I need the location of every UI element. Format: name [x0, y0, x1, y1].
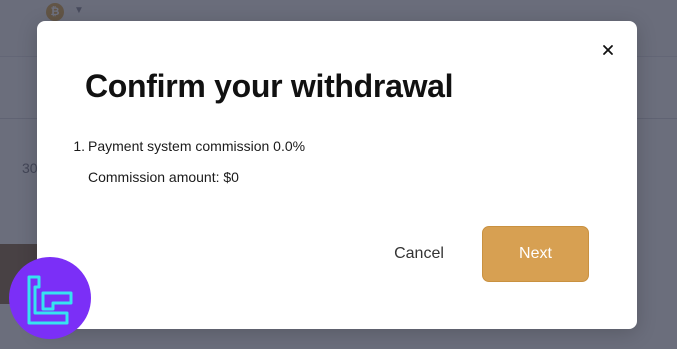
commission-details: 1. Payment system commission 0.0% Commis…: [71, 137, 591, 186]
cancel-button[interactable]: Cancel: [383, 243, 455, 265]
list-number: 1.: [73, 138, 85, 154]
commission-amount-label: Commission amount: $0: [88, 169, 239, 185]
commission-rate-item: 1. Payment system commission 0.0%: [71, 137, 591, 155]
commission-rate-text: Payment system commission 0.0%: [88, 138, 306, 154]
commission-amount-text: Commission amount: $0: [71, 168, 591, 186]
dialog-title: Confirm your withdrawal: [85, 68, 454, 104]
brand-logo: [9, 257, 91, 339]
close-button[interactable]: [599, 41, 617, 59]
next-button[interactable]: Next: [482, 226, 589, 282]
logo-icon: [9, 257, 91, 339]
close-icon: [603, 45, 613, 55]
confirm-withdrawal-dialog: Confirm your withdrawal 1. Payment syste…: [37, 21, 637, 329]
